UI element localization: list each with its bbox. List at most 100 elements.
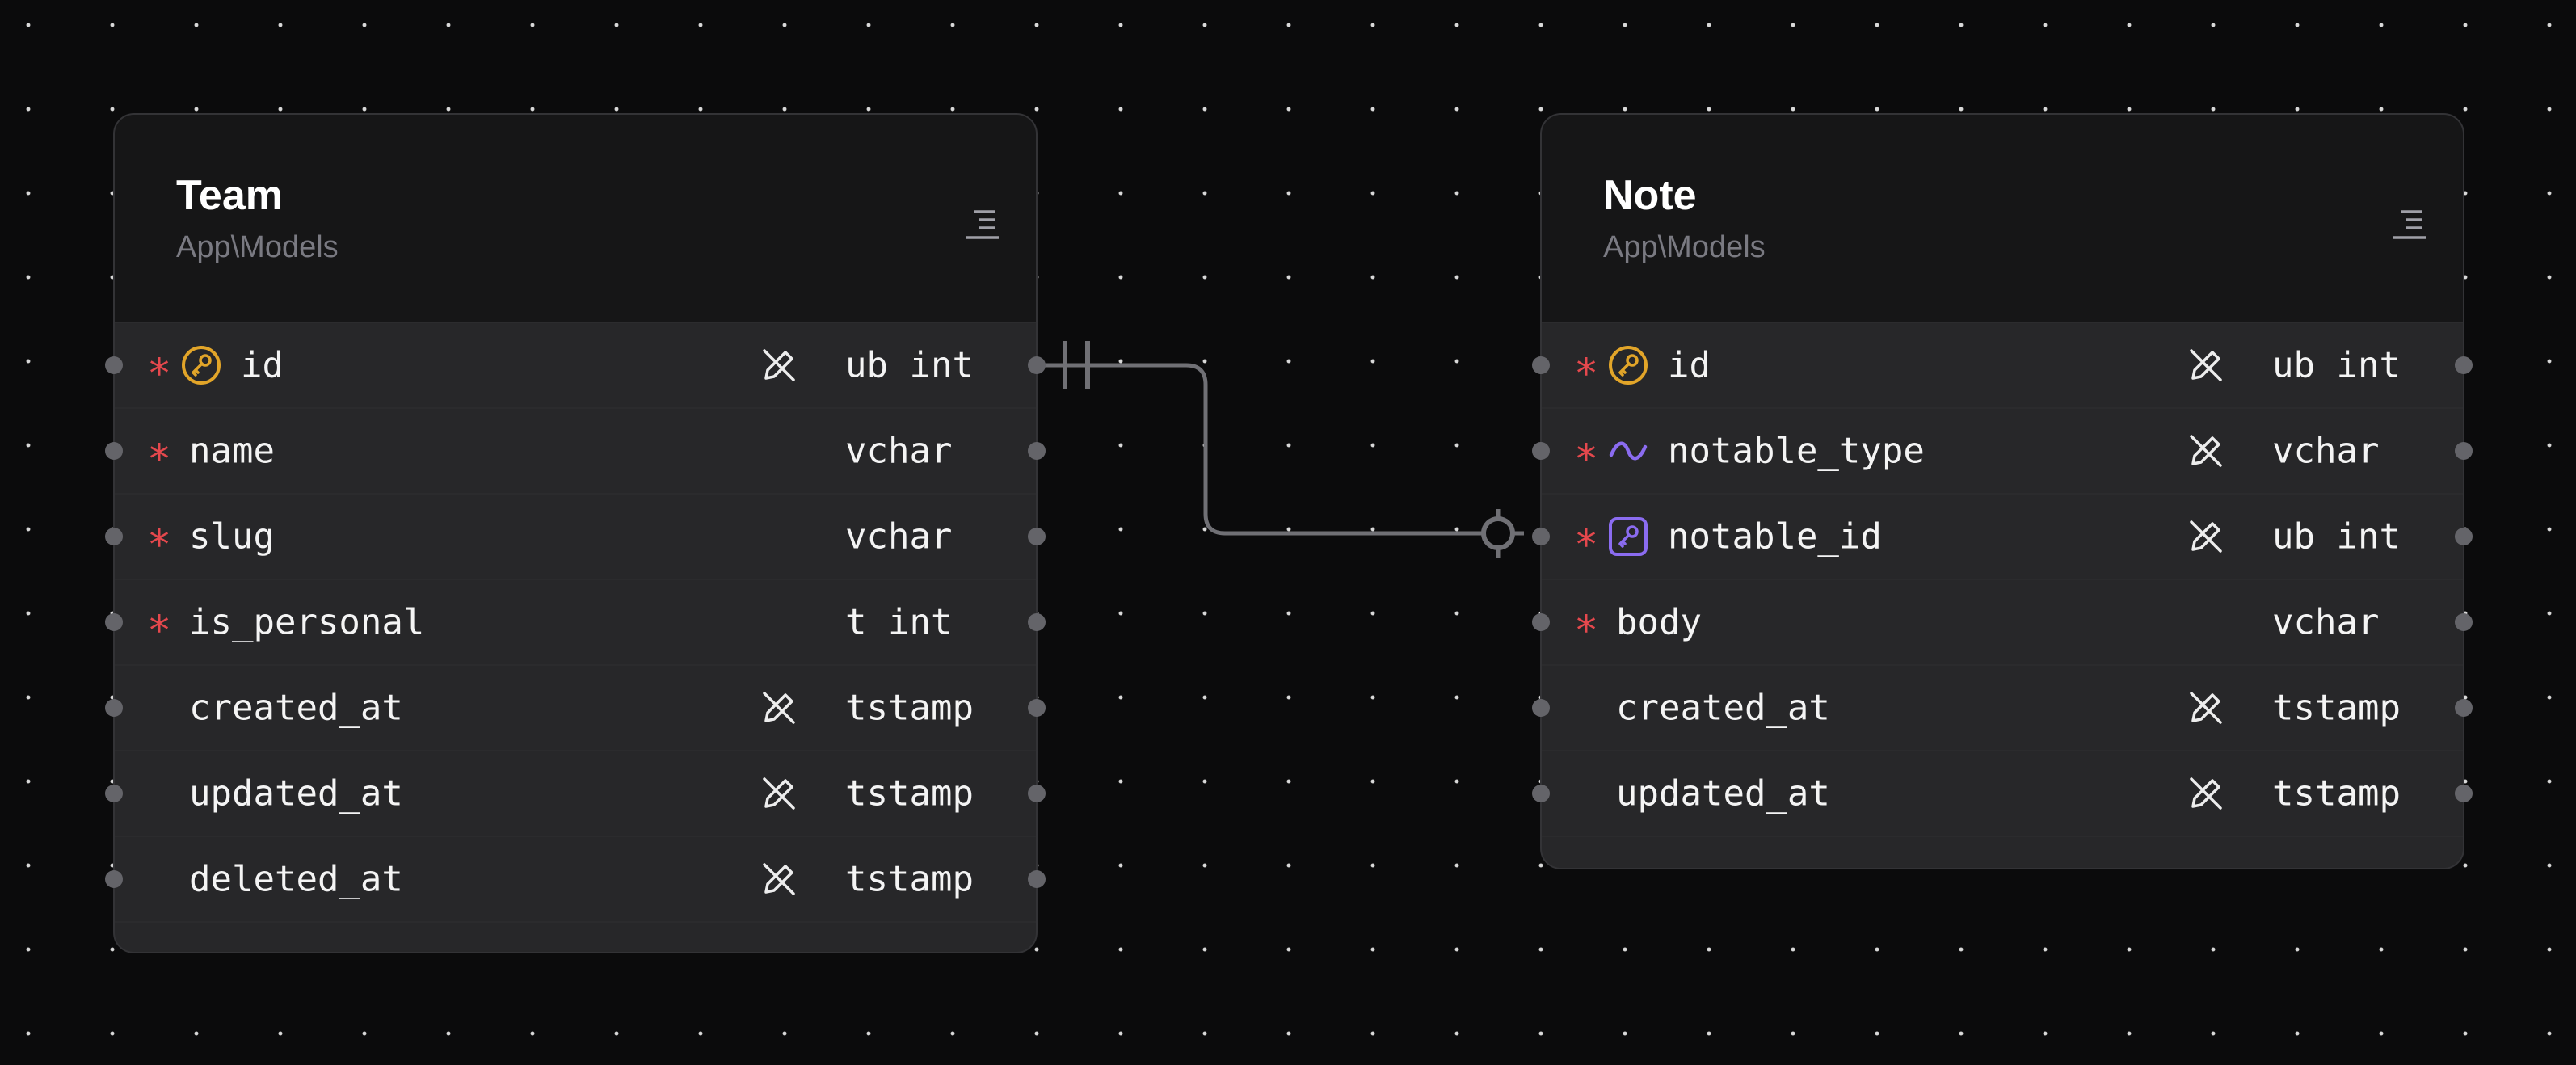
column-row-created-at[interactable]: created_at tstamp [105,666,1046,751]
column-type: vchar [2272,601,2380,643]
column-row-body[interactable]: ∗ body vchar [1532,580,2473,666]
column-row-slug[interactable]: ∗ slug vchar [105,495,1046,580]
column-type: tstamp [845,858,974,900]
connection-port-left[interactable] [1532,785,1550,802]
table-title: Team [176,172,283,219]
polymorphic-icon [1609,441,1648,461]
column-type: vchar [845,516,953,558]
connection-port-right[interactable] [1028,785,1046,802]
menu-icon[interactable] [963,205,1000,242]
column-type: ub int [2272,516,2401,558]
column-row-deleted-at[interactable]: deleted_at tstamp [105,837,1046,923]
column-row-updated-at[interactable]: updated_at tstamp [1532,751,2473,837]
connection-port-right[interactable] [1028,870,1046,888]
required-marker: ∗ [1574,427,1599,474]
column-name: created_at [189,687,403,729]
column-row-notable-type[interactable]: ∗ notable_type vchar [1532,409,2473,495]
connection-port-right[interactable] [1028,613,1046,631]
column-row-updated-at[interactable]: updated_at tstamp [105,751,1046,837]
connection-port-left[interactable] [105,699,123,717]
pencil-off-icon [763,692,795,724]
column-type: ub int [2272,344,2401,386]
connection-port-left[interactable] [1532,442,1550,460]
required-marker: ∗ [1574,342,1599,389]
column-name: deleted_at [189,858,403,900]
column-row-id[interactable]: ∗ id ub int [1532,323,2473,409]
column-type: t int [845,601,953,643]
table-namespace: App\Models [1603,230,1766,264]
connection-port-right[interactable] [1028,356,1046,374]
zero-cardinality-circle [1481,516,1515,550]
connection-port-right[interactable] [2455,613,2473,631]
connection-port-left[interactable] [1532,356,1550,374]
column-name: id [1668,344,1711,386]
required-marker: ∗ [147,342,172,389]
connection-port-right[interactable] [2455,356,2473,374]
connection-port-left[interactable] [1532,699,1550,717]
pencil-off-icon [2190,520,2222,553]
pencil-off-icon [2190,435,2222,467]
column-type: tstamp [845,772,974,815]
pencil-off-icon [763,777,795,810]
column-row-notable-id[interactable]: ∗ notable_id ub int [1532,495,2473,580]
connection-port-right[interactable] [2455,699,2473,717]
column-name: body [1616,601,1702,643]
column-row-id[interactable]: ∗ id ub int [105,323,1046,409]
relationship-line [1037,363,1524,536]
column-row-is-personal[interactable]: ∗ is_personal t int [105,580,1046,666]
column-name: notable_type [1668,430,1925,472]
column-name: created_at [1616,687,1830,729]
connection-port-left[interactable] [105,613,123,631]
connection-port-right[interactable] [1028,528,1046,545]
column-type: vchar [845,430,953,472]
required-marker: ∗ [147,513,172,560]
connection-port-left[interactable] [105,356,123,374]
table-team[interactable]: Team App\Models ∗ id ub int ∗ name vchar ∗ slug… [105,113,1046,953]
column-name: updated_at [1616,772,1830,815]
connection-port-left[interactable] [105,528,123,545]
pencil-off-icon [763,349,795,381]
connection-port-right[interactable] [2455,528,2473,545]
column-name: is_personal [189,601,425,643]
connection-port-left[interactable] [105,442,123,460]
connection-port-right[interactable] [1028,699,1046,717]
connection-port-left[interactable] [105,785,123,802]
required-marker: ∗ [1574,513,1599,560]
column-row-name[interactable]: ∗ name vchar [105,409,1046,495]
required-marker: ∗ [147,599,172,646]
column-type: tstamp [2272,772,2401,815]
column-list: ∗ id ub int ∗ notable_type vchar ∗ notable_id ub… [1532,323,2473,837]
connection-port-right[interactable] [2455,442,2473,460]
table-note[interactable]: Note App\Models ∗ id ub int ∗ notable_type vc… [1532,113,2473,869]
column-list: ∗ id ub int ∗ name vchar ∗ slug vchar ∗ is_persona… [105,323,1046,923]
pencil-off-icon [2190,692,2222,724]
menu-icon[interactable] [2390,205,2427,242]
connection-port-left[interactable] [105,870,123,888]
connection-port-right[interactable] [1028,442,1046,460]
pencil-off-icon [2190,777,2222,810]
column-type: vchar [2272,430,2380,472]
connection-port-left[interactable] [1532,528,1550,545]
column-name: updated_at [189,772,403,815]
column-type: tstamp [2272,687,2401,729]
column-name: id [241,344,284,386]
table-namespace: App\Models [176,230,339,264]
required-marker: ∗ [1574,599,1599,646]
key-icon [1609,346,1648,385]
column-type: tstamp [845,687,974,729]
table-header: Note App\Models [1542,115,2463,323]
pencil-off-icon [2190,349,2222,381]
required-marker: ∗ [147,427,172,474]
table-title: Note [1603,172,1697,219]
foreign-key-icon [1609,517,1648,556]
column-name: name [189,430,275,472]
column-name: slug [189,516,275,558]
column-name: notable_id [1668,516,1882,558]
column-row-created-at[interactable]: created_at tstamp [1532,666,2473,751]
column-type: ub int [845,344,974,386]
connection-port-right[interactable] [2455,785,2473,802]
pencil-off-icon [763,863,795,895]
table-header: Team App\Models [115,115,1036,323]
connection-port-left[interactable] [1532,613,1550,631]
key-icon [182,346,221,385]
